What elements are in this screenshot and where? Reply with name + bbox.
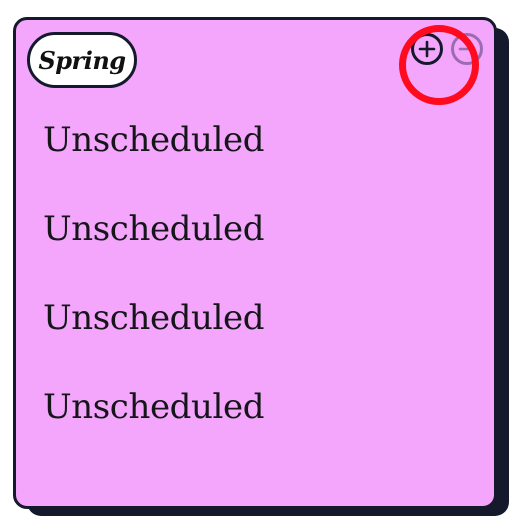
minus-circle-icon: [458, 47, 476, 51]
season-label[interactable]: Spring: [27, 32, 137, 88]
slot-item[interactable]: Unscheduled: [43, 294, 264, 383]
season-card: Spring Unscheduled Unscheduled Unschedul…: [13, 17, 497, 509]
add-slot-button[interactable]: [411, 33, 443, 65]
slot-item[interactable]: Unscheduled: [43, 383, 264, 472]
slot-list: Unscheduled Unscheduled Unscheduled Unsc…: [43, 116, 264, 472]
slot-item[interactable]: Unscheduled: [43, 205, 264, 294]
slot-item[interactable]: Unscheduled: [43, 116, 264, 205]
remove-slot-button[interactable]: [451, 33, 483, 65]
plus-circle-icon: [418, 40, 436, 58]
